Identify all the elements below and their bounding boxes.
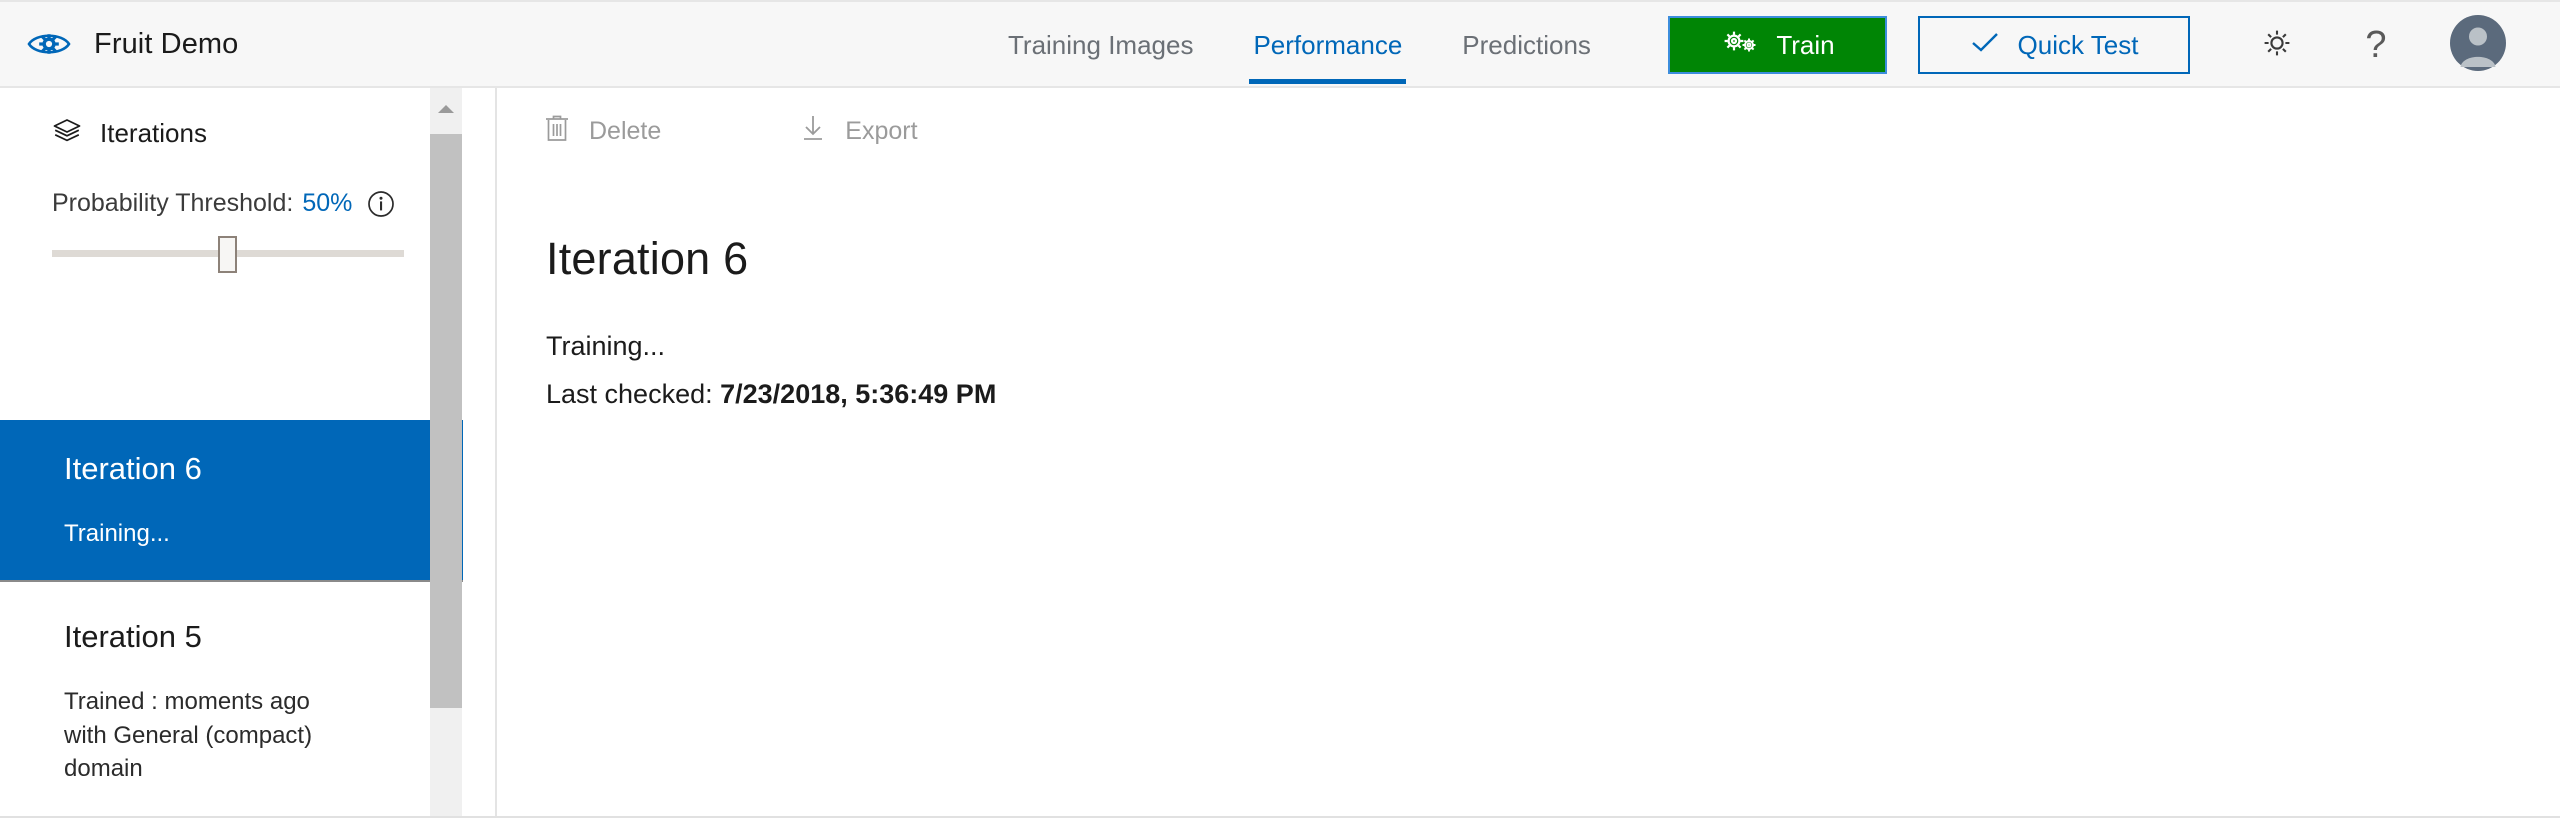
iteration-card[interactable]: Iteration 5 Trained : moments ago with G… <box>0 582 463 815</box>
last-checked-row: Last checked: 7/23/2018, 5:36:49 PM <box>546 379 2560 410</box>
settings-button[interactable] <box>2245 13 2309 77</box>
iteration-card-selected[interactable]: Iteration 6 Training... <box>0 420 463 583</box>
iteration-card-status: Trained : moments ago with General (comp… <box>64 688 313 782</box>
info-circle-icon[interactable] <box>367 190 395 218</box>
app-header: Fruit Demo Training Images Performance P… <box>0 2 2560 88</box>
gear-icon <box>2259 25 2295 66</box>
sidebar-scrollbar[interactable] <box>430 88 462 816</box>
user-avatar-button[interactable] <box>2446 13 2510 77</box>
probability-threshold-value: 50% <box>302 189 353 217</box>
probability-threshold-block: Probability Threshold: 50% <box>0 151 495 273</box>
gears-icon <box>1720 27 1760 64</box>
tab-performance[interactable]: Performance <box>1223 2 1432 88</box>
iteration-card-status: Training... <box>64 520 170 548</box>
eye-gear-logo-icon <box>26 21 72 67</box>
main-content-panel: Delete Export Iteration 6 Training... La… <box>497 88 2560 816</box>
quick-test-button[interactable]: Quick Test <box>1918 16 2190 74</box>
delete-button[interactable]: Delete <box>540 105 665 158</box>
last-checked-label: Last checked: <box>546 379 713 410</box>
page-title: Iteration 6 <box>546 233 749 284</box>
custom-vision-app-window: Fruit Demo Training Images Performance P… <box>0 0 2560 818</box>
probability-threshold-label: Probability Threshold: <box>52 189 294 217</box>
slider-thumb[interactable] <box>218 236 237 273</box>
iteration-list: Iteration 6 Training... Iteration 5 Trai… <box>0 420 495 816</box>
main-toolbar: Delete Export <box>497 88 2560 174</box>
download-arrow-icon <box>800 113 826 150</box>
question-mark-icon: ? <box>2365 24 2387 66</box>
iterations-heading: Iterations <box>0 88 495 151</box>
scrollbar-up-button[interactable] <box>430 88 462 134</box>
help-button[interactable]: ? <box>2344 13 2408 77</box>
user-avatar-icon <box>2450 14 2506 76</box>
tab-predictions[interactable]: Predictions <box>1432 2 1621 88</box>
iterations-heading-label: Iterations <box>100 118 207 148</box>
iteration-card-title: Iteration 6 <box>64 451 202 486</box>
trash-icon <box>544 113 570 150</box>
chevron-up-icon <box>436 102 456 120</box>
delete-button-label: Delete <box>589 116 662 145</box>
quick-test-button-label: Quick Test <box>2017 29 2139 60</box>
last-checked-value: 7/23/2018, 5:36:49 PM <box>720 379 997 410</box>
tab-training-images[interactable]: Training Images <box>978 2 1223 88</box>
layers-stack-icon <box>52 116 82 151</box>
app-body: Iterations Probability Threshold: 50% It… <box>0 88 2560 816</box>
train-button-label: Train <box>1776 29 1835 60</box>
iterations-sidebar: Iterations Probability Threshold: 50% It… <box>0 88 497 816</box>
export-button-label: Export <box>845 116 918 145</box>
project-title: Fruit Demo <box>94 27 239 60</box>
checkmark-icon <box>1970 30 2000 61</box>
header-actions: Train Quick Test ? <box>1668 2 2510 88</box>
brand-area[interactable]: Fruit Demo <box>0 21 238 67</box>
iteration-detail: Iteration 6 Training... Last checked: 7/… <box>497 174 2560 410</box>
scrollbar-thumb[interactable] <box>430 134 462 708</box>
main-nav-tabs: Training Images Performance Predictions <box>978 2 1621 88</box>
export-button[interactable]: Export <box>796 105 921 158</box>
probability-threshold-label-row: Probability Threshold: 50% <box>52 189 495 218</box>
iteration-card-title: Iteration 5 <box>64 619 202 655</box>
train-button[interactable]: Train <box>1668 16 1887 74</box>
probability-threshold-slider[interactable] <box>52 236 404 273</box>
iteration-status-text: Training... <box>546 330 666 361</box>
